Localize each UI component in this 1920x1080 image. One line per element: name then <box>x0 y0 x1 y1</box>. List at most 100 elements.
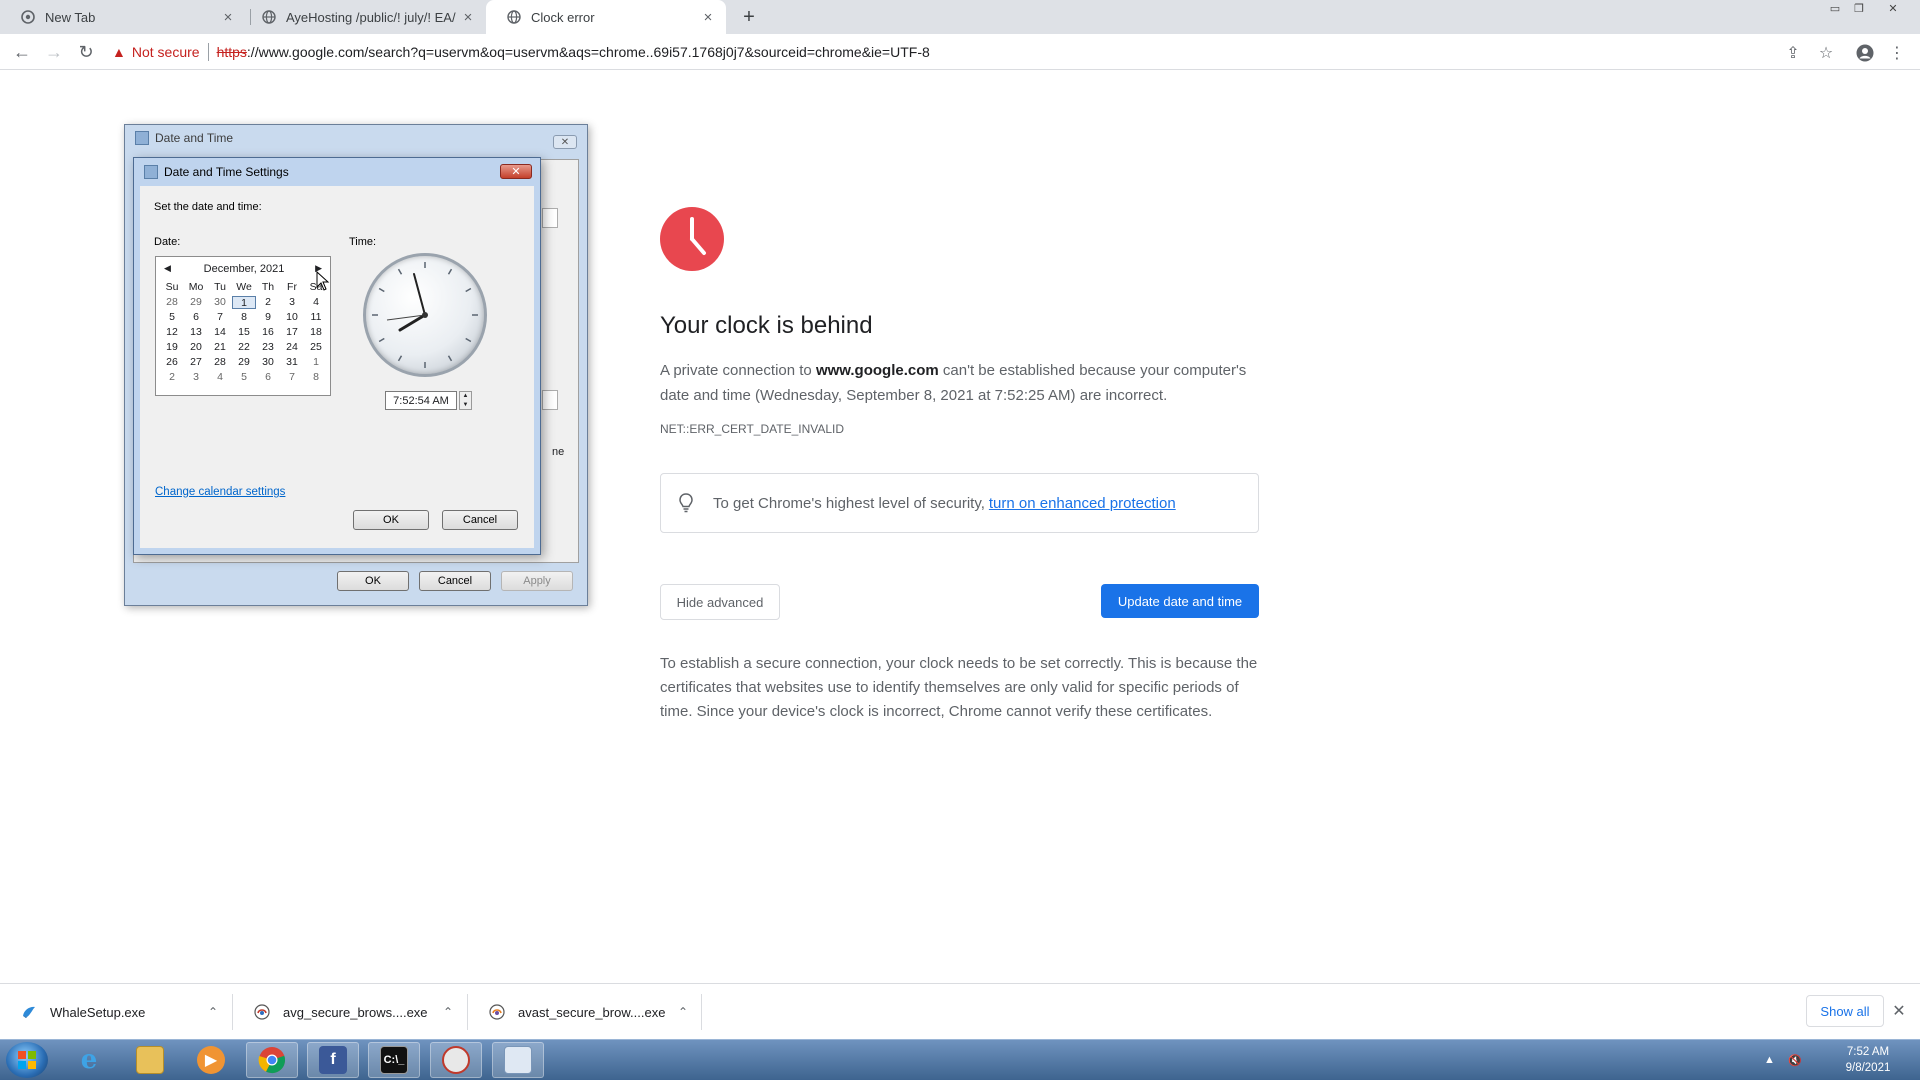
menu-dots-icon[interactable]: ⋮ <box>1886 42 1908 64</box>
spin-up-icon[interactable]: ▲ <box>463 393 469 399</box>
download-item[interactable]: avg_secure_brows....exe ⌃ <box>233 984 465 1040</box>
tab-ayehosting[interactable]: AyeHosting /public/! july/! EA/ × <box>241 0 486 34</box>
calendar-day[interactable]: 20 <box>184 341 208 354</box>
taskbar-clock[interactable]: 7:52 AM 9/8/2021 <box>1826 1044 1910 1076</box>
time-input[interactable]: 7:52:54 AM <box>385 391 457 410</box>
apply-button[interactable]: Apply <box>501 571 573 591</box>
hidden-button-fragment[interactable] <box>542 208 558 228</box>
forward-arrow-icon[interactable]: → <box>42 40 66 64</box>
start-button-icon[interactable] <box>6 1042 48 1078</box>
bookmark-star-icon[interactable]: ☆ <box>1815 42 1837 64</box>
tray-expand-icon[interactable]: ▲ <box>1764 1042 1775 1078</box>
close-tab-icon[interactable]: × <box>220 9 236 26</box>
calendar-day[interactable]: 7 <box>208 311 232 324</box>
calendar-day[interactable]: 16 <box>256 326 280 339</box>
internet-explorer-icon[interactable]: e <box>63 1042 115 1078</box>
calendar-day[interactable]: 2 <box>256 296 280 309</box>
calendar-day[interactable]: 3 <box>280 296 304 309</box>
share-icon[interactable]: ⇪ <box>1782 42 1804 64</box>
calendar-day[interactable]: 31 <box>280 356 304 369</box>
date-time-app-icon[interactable] <box>492 1042 544 1078</box>
enhanced-protection-link[interactable]: turn on enhanced protection <box>989 495 1176 512</box>
calendar-day[interactable]: 9 <box>256 311 280 324</box>
hide-advanced-button[interactable]: Hide advanced <box>660 584 780 620</box>
error-code[interactable]: NET::ERR_CERT_DATE_INVALID <box>660 422 844 436</box>
calendar-day[interactable]: 29 <box>232 356 256 369</box>
dialog-titlebar[interactable]: Date and Time Settings <box>134 158 540 186</box>
address-bar[interactable]: ▲ Not secure https ://www.google.com/sea… <box>112 37 1752 67</box>
update-date-time-button[interactable]: Update date and time <box>1101 584 1259 618</box>
dialog-titlebar[interactable]: Date and Time <box>125 125 587 151</box>
change-calendar-settings-link[interactable]: Change calendar settings <box>155 486 285 498</box>
calendar-day[interactable]: 5 <box>232 371 256 384</box>
file-explorer-icon[interactable] <box>124 1042 176 1078</box>
volume-muted-icon[interactable]: 🔇 <box>1788 1042 1802 1078</box>
ok-button[interactable]: OK <box>337 571 409 591</box>
calendar-day[interactable]: 1 <box>232 296 256 309</box>
calendar-day[interactable]: 28 <box>208 356 232 369</box>
cmd-icon[interactable]: C:\_ <box>368 1042 420 1078</box>
calendar-day[interactable]: 6 <box>184 311 208 324</box>
calendar-day[interactable]: 26 <box>160 356 184 369</box>
chevron-up-icon[interactable]: ⌃ <box>443 1005 453 1019</box>
minimize-icon[interactable]: ▭ <box>1824 0 1846 16</box>
close-dialog-icon[interactable]: ✕ <box>553 135 577 149</box>
calendar-day[interactable]: 2 <box>160 371 184 384</box>
spin-down-icon[interactable]: ▼ <box>463 402 469 408</box>
download-item[interactable]: avast_secure_brow....exe ⌃ <box>468 984 700 1040</box>
calendar-day[interactable]: 17 <box>280 326 304 339</box>
close-tab-icon[interactable]: × <box>700 9 716 26</box>
calendar-day[interactable]: 8 <box>232 311 256 324</box>
calendar-day[interactable]: 4 <box>304 296 328 309</box>
calendar-day[interactable]: 13 <box>184 326 208 339</box>
show-all-button[interactable]: Show all <box>1806 995 1884 1027</box>
calendar-day[interactable]: 23 <box>256 341 280 354</box>
reload-icon[interactable]: ↻ <box>74 40 98 64</box>
calendar-day[interactable]: 22 <box>232 341 256 354</box>
close-shelf-icon[interactable]: ✕ <box>1888 1000 1910 1022</box>
calendar-day[interactable]: 30 <box>256 356 280 369</box>
calendar-day[interactable]: 18 <box>304 326 328 339</box>
security-label[interactable]: Not secure <box>132 44 200 60</box>
calendar-day[interactable]: 1 <box>304 356 328 369</box>
chevron-up-icon[interactable]: ⌃ <box>678 1005 688 1019</box>
ok-button[interactable]: OK <box>353 510 429 530</box>
calendar-day[interactable]: 12 <box>160 326 184 339</box>
facebook-icon[interactable]: f <box>307 1042 359 1078</box>
calendar-day[interactable]: 27 <box>184 356 208 369</box>
calendar-day[interactable]: 15 <box>232 326 256 339</box>
calendar-day[interactable]: 8 <box>304 371 328 384</box>
hidden-button-fragment[interactable] <box>542 390 558 410</box>
calendar-day[interactable]: 10 <box>280 311 304 324</box>
calendar-day[interactable]: 5 <box>160 311 184 324</box>
close-window-icon[interactable]: ✕ <box>1882 0 1904 16</box>
tab-new-tab[interactable]: New Tab × <box>0 0 246 34</box>
calendar-day[interactable]: 6 <box>256 371 280 384</box>
calendar-day[interactable]: 4 <box>208 371 232 384</box>
media-player-icon[interactable]: ▶ <box>185 1042 237 1078</box>
calendar-day[interactable]: 3 <box>184 371 208 384</box>
calendar-day[interactable]: 11 <box>304 311 328 324</box>
calendar-day[interactable]: 24 <box>280 341 304 354</box>
close-tab-icon[interactable]: × <box>460 9 476 26</box>
calendar-month-title[interactable]: December, 2021 <box>156 263 332 275</box>
new-tab-button[interactable]: + <box>737 5 761 29</box>
download-item[interactable]: WhaleSetup.exe ⌃ <box>0 984 230 1040</box>
calendar-day[interactable]: 30 <box>208 296 232 309</box>
tab-clock-error[interactable]: Clock error × <box>486 0 726 34</box>
calendar-day[interactable]: 21 <box>208 341 232 354</box>
calendar-day[interactable]: 19 <box>160 341 184 354</box>
time-spinner[interactable]: ▲ ▼ <box>459 391 472 410</box>
profile-avatar-icon[interactable] <box>1854 42 1876 64</box>
chevron-up-icon[interactable]: ⌃ <box>208 1005 218 1019</box>
close-dialog-icon[interactable]: ✕ <box>500 164 532 179</box>
calendar-day[interactable]: 29 <box>184 296 208 309</box>
calendar-day[interactable]: 25 <box>304 341 328 354</box>
cancel-button[interactable]: Cancel <box>419 571 491 591</box>
calendar-day[interactable]: 14 <box>208 326 232 339</box>
restore-icon[interactable]: ❐ <box>1848 0 1870 16</box>
chrome-icon[interactable] <box>246 1042 298 1078</box>
calendar-day[interactable]: 7 <box>280 371 304 384</box>
avast-app-icon[interactable] <box>430 1042 482 1078</box>
back-arrow-icon[interactable]: ← <box>10 40 34 64</box>
